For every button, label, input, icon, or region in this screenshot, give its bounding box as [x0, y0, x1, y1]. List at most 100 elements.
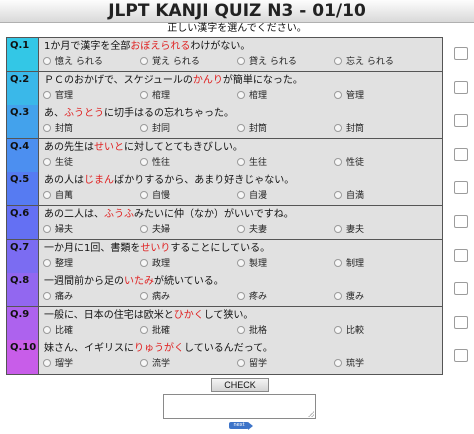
answer-checkbox[interactable]	[454, 349, 468, 363]
radio-button[interactable]	[237, 359, 245, 368]
answer-option[interactable]: 生往	[237, 157, 267, 170]
answer-checkbox[interactable]	[454, 80, 468, 94]
radio-button[interactable]	[237, 57, 245, 65]
radio-button[interactable]	[334, 359, 342, 368]
radio-button[interactable]	[334, 258, 342, 267]
radio-button[interactable]	[237, 90, 245, 99]
answer-option[interactable]: 痛み	[43, 291, 73, 304]
answer-checkbox[interactable]	[454, 315, 468, 329]
check-button[interactable]: CHECK	[211, 378, 269, 392]
answer-option[interactable]: 棺理	[237, 90, 267, 103]
answer-option[interactable]: 婦夫	[43, 224, 73, 237]
answer-option[interactable]: 疼み	[237, 291, 267, 304]
radio-button[interactable]	[334, 90, 342, 99]
answer-option[interactable]: 病み	[140, 291, 170, 304]
answer-option[interactable]: 封筒	[43, 123, 73, 136]
answer-option[interactable]: 夫婦	[140, 224, 170, 237]
answer-option[interactable]: 政理	[140, 258, 170, 271]
answer-checkbox[interactable]	[454, 181, 468, 195]
radio-button[interactable]	[334, 225, 342, 233]
radio-button[interactable]	[334, 325, 342, 334]
radio-button[interactable]	[237, 325, 245, 334]
answer-checkbox[interactable]	[454, 215, 468, 228]
answer-option[interactable]: 琉学	[334, 358, 364, 371]
radio-button[interactable]	[43, 258, 51, 267]
radio-button[interactable]	[43, 292, 51, 301]
radio-button[interactable]	[237, 191, 245, 200]
radio-button[interactable]	[43, 191, 51, 200]
answer-option[interactable]: 自漫	[237, 190, 267, 203]
answer-option-label: 棺理	[152, 90, 171, 101]
answer-checkbox[interactable]	[454, 147, 468, 161]
answer-option[interactable]: 忘え られる	[334, 56, 394, 69]
answer-option[interactable]: 留学	[237, 358, 267, 371]
answer-option[interactable]: 夫妻	[237, 224, 267, 237]
radio-button[interactable]	[237, 124, 245, 133]
radio-button[interactable]	[140, 258, 148, 267]
answer-option[interactable]: 批格	[237, 325, 267, 338]
answer-option-label: 性往	[152, 157, 171, 168]
arrow-right-icon[interactable]	[248, 422, 253, 430]
answer-option[interactable]: 整理	[43, 258, 73, 271]
radio-button[interactable]	[334, 57, 342, 65]
result-textarea[interactable]	[163, 394, 316, 419]
radio-button[interactable]	[43, 124, 51, 133]
radio-button[interactable]	[140, 90, 148, 99]
resize-grip-icon[interactable]	[308, 411, 314, 417]
highlighted-reading: せいと	[94, 141, 124, 153]
answer-option[interactable]: 製理	[237, 258, 267, 271]
radio-button[interactable]	[140, 57, 148, 65]
answer-option[interactable]: 生徒	[43, 157, 73, 170]
answer-option[interactable]: 封筒	[334, 123, 364, 136]
answer-option[interactable]: 性往	[140, 157, 170, 170]
radio-button[interactable]	[43, 157, 51, 166]
radio-button[interactable]	[140, 292, 148, 301]
radio-button[interactable]	[237, 292, 245, 301]
answer-checkbox[interactable]	[454, 47, 468, 60]
answer-option[interactable]: 痩み	[334, 291, 364, 304]
radio-button[interactable]	[140, 225, 148, 233]
answer-option[interactable]: 棺理	[140, 90, 170, 103]
answer-option-label: 自萬	[55, 191, 74, 202]
answer-checkbox[interactable]	[454, 282, 468, 296]
answer-option[interactable]: 憶え られる	[43, 56, 103, 69]
radio-button[interactable]	[43, 325, 51, 334]
radio-button[interactable]	[140, 359, 148, 368]
answer-option[interactable]: 流学	[140, 358, 170, 371]
radio-button[interactable]	[237, 157, 245, 166]
answer-option[interactable]: 比確	[43, 325, 73, 338]
radio-button[interactable]	[237, 258, 245, 267]
answer-option[interactable]: 封同	[140, 123, 170, 136]
answer-checkbox[interactable]	[454, 114, 468, 128]
answer-option[interactable]: 貸え られる	[237, 56, 297, 69]
answer-option[interactable]: 自萬	[43, 190, 73, 203]
radio-button[interactable]	[334, 292, 342, 301]
radio-button[interactable]	[334, 157, 342, 166]
answer-option[interactable]: 自慢	[140, 190, 170, 203]
radio-button[interactable]	[140, 157, 148, 166]
answer-option[interactable]: 瑠学	[43, 358, 73, 371]
answer-option[interactable]: 制理	[334, 258, 364, 271]
answer-option[interactable]: 管理	[334, 90, 364, 103]
answer-option[interactable]: 妻夫	[334, 224, 364, 237]
answer-option[interactable]: 批確	[140, 325, 170, 338]
answer-option[interactable]: 封筒	[237, 123, 267, 136]
radio-button[interactable]	[334, 124, 342, 133]
answer-option[interactable]: 比較	[334, 325, 364, 338]
radio-button[interactable]	[43, 359, 51, 368]
answer-option[interactable]: 性徒	[334, 157, 364, 170]
radio-button[interactable]	[43, 225, 51, 233]
answer-option[interactable]: 官理	[43, 90, 73, 103]
radio-button[interactable]	[140, 191, 148, 200]
radio-button[interactable]	[43, 90, 51, 99]
next-link[interactable]: next	[229, 422, 249, 429]
answer-checkbox[interactable]	[454, 248, 468, 262]
question-body: 一か月に1回、書類をせいりすることにしている。 整理 政理 製理 制理	[39, 239, 442, 273]
radio-button[interactable]	[43, 57, 51, 65]
radio-button[interactable]	[140, 124, 148, 133]
radio-button[interactable]	[334, 191, 342, 200]
radio-button[interactable]	[140, 325, 148, 334]
answer-option[interactable]: 自満	[334, 190, 364, 203]
radio-button[interactable]	[237, 225, 245, 233]
answer-option[interactable]: 覚え られる	[140, 56, 200, 69]
